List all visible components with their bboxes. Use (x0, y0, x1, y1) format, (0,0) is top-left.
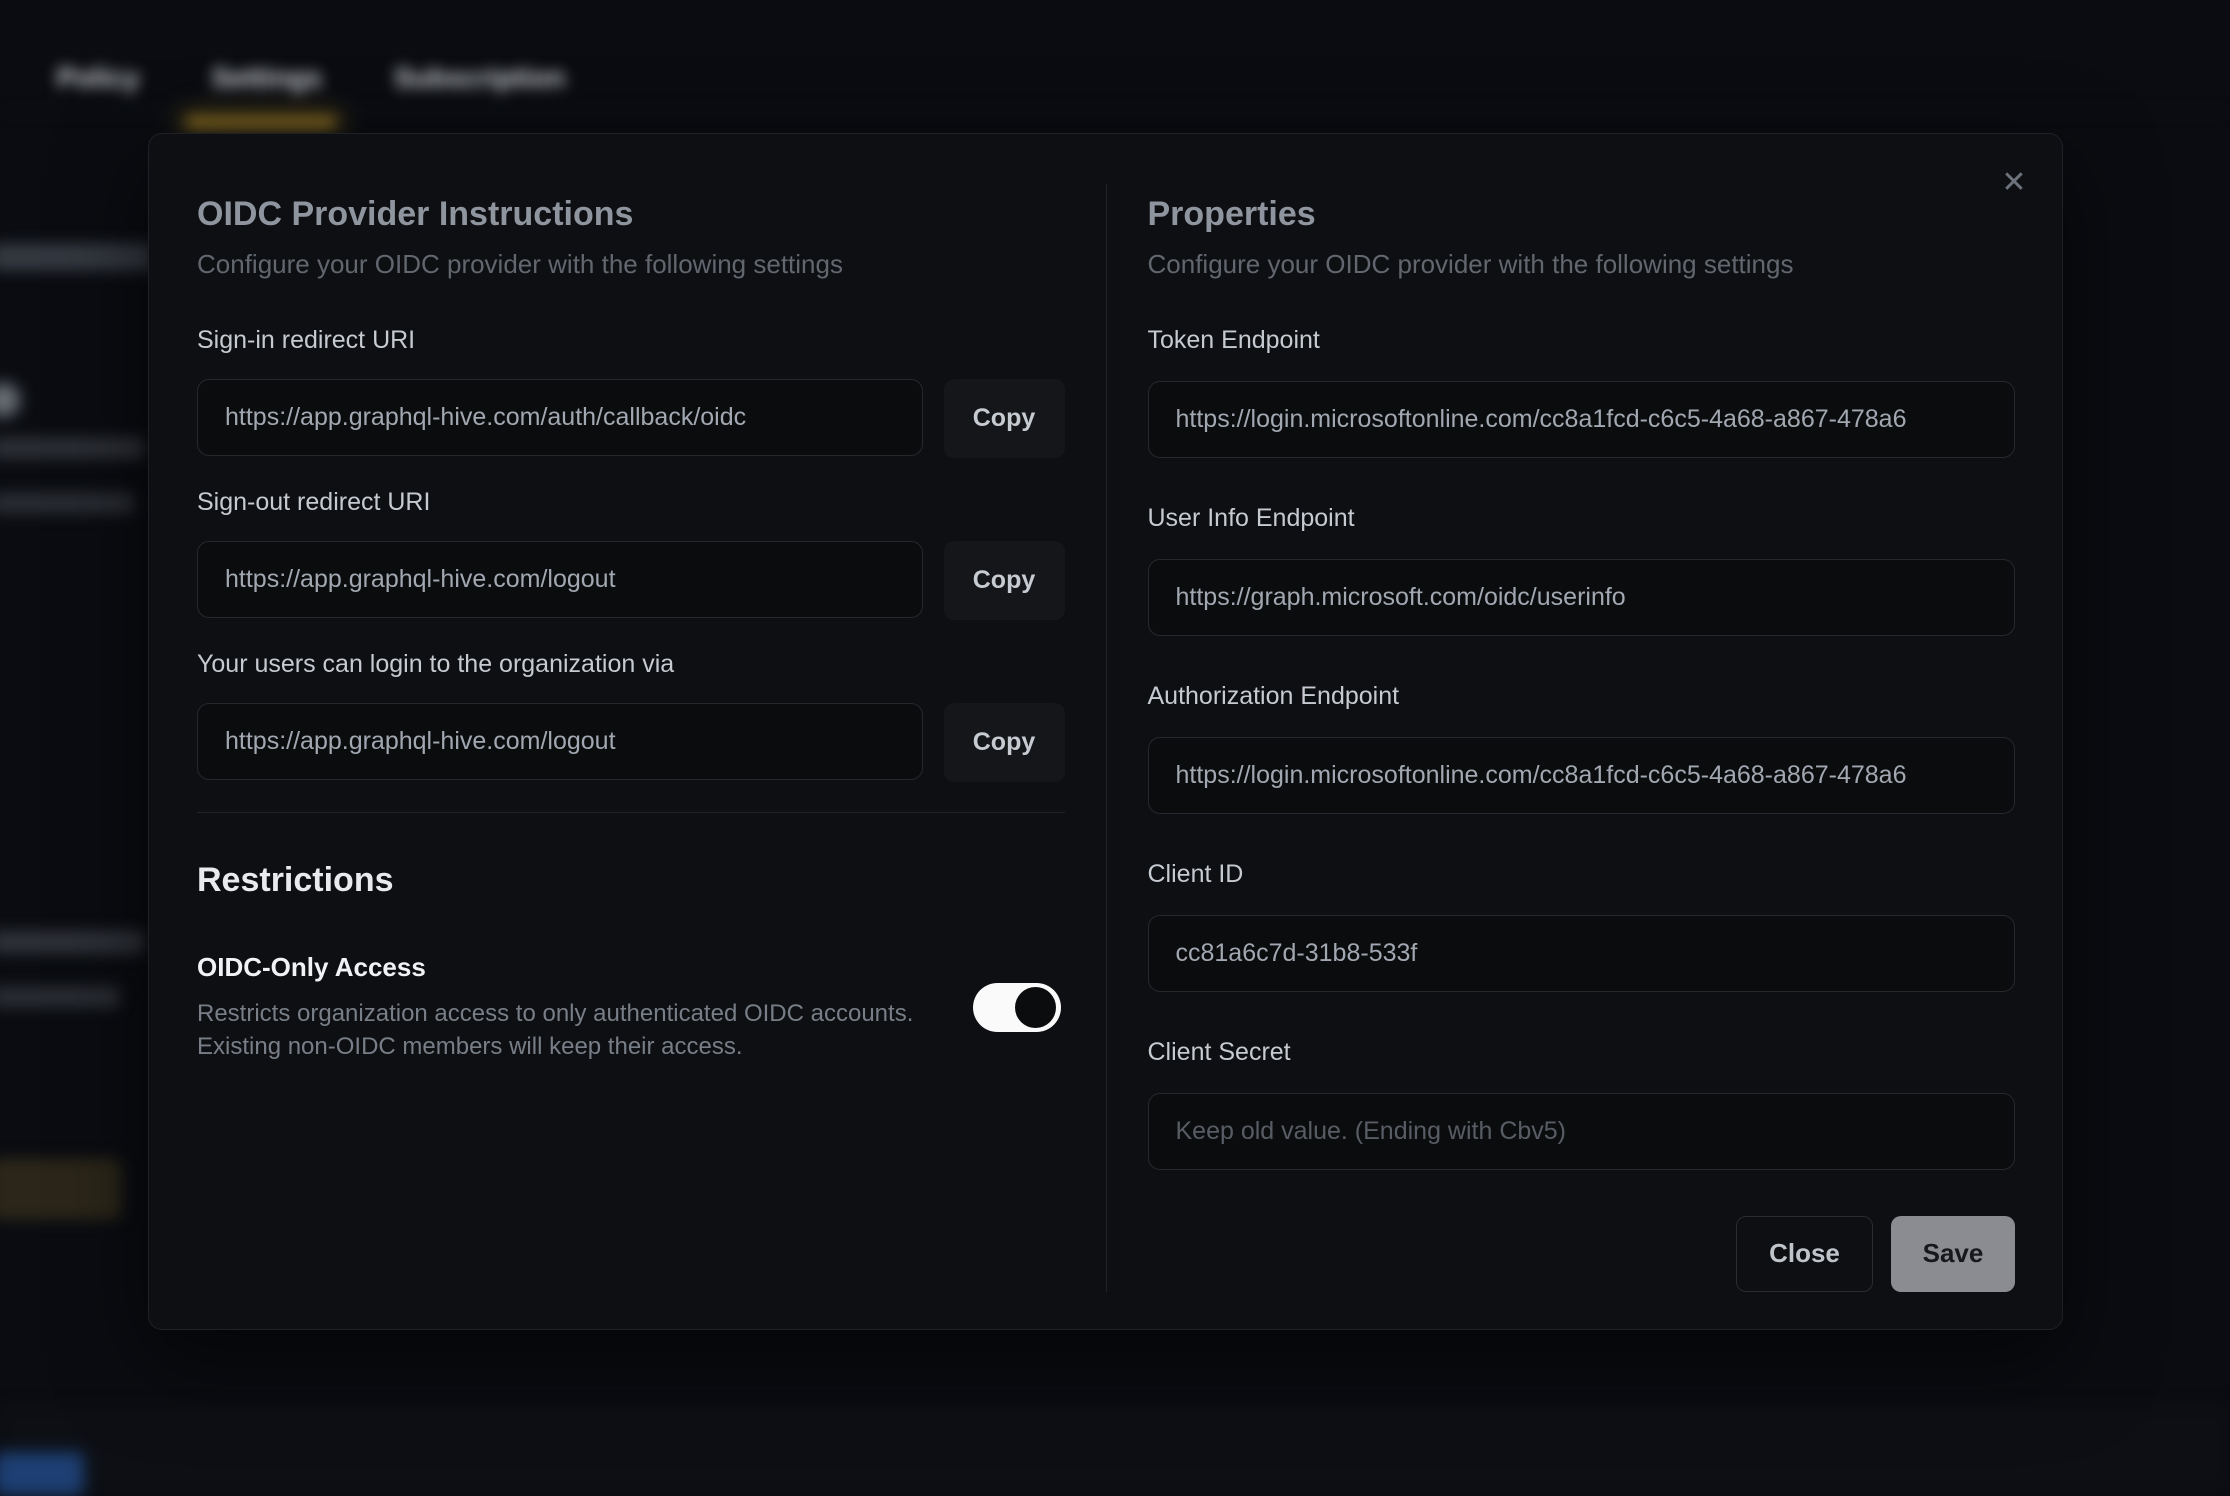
blurred-background-fragment (0, 930, 144, 954)
sign-in-redirect-uri-row: Copy (197, 379, 1065, 458)
close-icon[interactable]: ✕ (1990, 158, 2038, 206)
sign-out-redirect-uri-label: Sign-out redirect URI (197, 488, 1065, 517)
instructions-title: OIDC Provider Instructions (197, 194, 1065, 235)
oidc-settings-modal: ✕ OIDC Provider Instructions Configure y… (148, 133, 2063, 1330)
organization-login-uri-label: Your users can login to the organization… (197, 650, 1065, 679)
token-endpoint-input[interactable] (1148, 381, 2016, 458)
oidc-only-access-text: OIDC-Only Access Restricts organization … (197, 952, 973, 1063)
token-endpoint-group: Token Endpoint (1148, 326, 2016, 458)
oidc-only-access-label: OIDC-Only Access (197, 952, 973, 983)
properties-subtitle: Configure your OIDC provider with the fo… (1148, 249, 2016, 280)
oidc-only-access-description: Restricts organization access to only au… (197, 997, 973, 1063)
oidc-instructions-column: OIDC Provider Instructions Configure you… (197, 184, 1065, 1292)
tab-policy[interactable]: Policy (57, 62, 139, 94)
blurred-background-fragment (0, 243, 152, 271)
restrictions-divider (197, 812, 1065, 813)
sign-out-redirect-uri-input[interactable] (197, 541, 923, 618)
blurred-background-fragment (0, 383, 20, 417)
authorization-endpoint-label: Authorization Endpoint (1148, 682, 2016, 711)
save-button[interactable]: Save (1891, 1216, 2015, 1292)
user-info-endpoint-group: User Info Endpoint (1148, 504, 2016, 636)
restrictions-title: Restrictions (197, 861, 1065, 900)
tabs: Policy Settings Subscription (57, 62, 565, 94)
blurred-background-fragment (0, 986, 120, 1008)
active-tab-underline (186, 118, 336, 126)
authorization-endpoint-input[interactable] (1148, 737, 2016, 814)
modal-footer: Close Save (1148, 1216, 2016, 1292)
oidc-only-access-row: OIDC-Only Access Restricts organization … (197, 952, 1065, 1063)
sign-in-redirect-uri-input[interactable] (197, 379, 923, 456)
blurred-background-fragment (0, 437, 144, 459)
instructions-subtitle: Configure your OIDC provider with the fo… (197, 249, 1065, 280)
user-info-endpoint-label: User Info Endpoint (1148, 504, 2016, 533)
column-divider (1106, 184, 1107, 1292)
properties-column: Properties Configure your OIDC provider … (1148, 184, 2016, 1292)
token-endpoint-label: Token Endpoint (1148, 326, 2016, 355)
tab-settings[interactable]: Settings (211, 62, 321, 94)
blurred-blue-fragment (0, 1452, 84, 1496)
properties-title: Properties (1148, 194, 2016, 235)
copy-sign-out-uri-button[interactable]: Copy (944, 541, 1065, 620)
toggle-knob (1015, 987, 1056, 1028)
client-secret-input[interactable] (1148, 1093, 2016, 1170)
client-secret-label: Client Secret (1148, 1038, 2016, 1067)
user-info-endpoint-input[interactable] (1148, 559, 2016, 636)
blurred-bottom-band (0, 1406, 2230, 1492)
organization-login-uri-input[interactable] (197, 703, 923, 780)
blurred-background-fragment (0, 492, 134, 514)
copy-organization-login-uri-button[interactable]: Copy (944, 703, 1065, 782)
tab-bar (0, 0, 2230, 112)
oidc-only-access-toggle[interactable] (973, 983, 1061, 1032)
sign-in-redirect-uri-label: Sign-in redirect URI (197, 326, 1065, 355)
client-id-label: Client ID (1148, 860, 2016, 889)
blurred-background-button (0, 1158, 122, 1220)
tab-subscription[interactable]: Subscription (394, 62, 565, 94)
client-id-group: Client ID (1148, 860, 2016, 992)
close-button[interactable]: Close (1736, 1216, 1873, 1292)
copy-sign-in-uri-button[interactable]: Copy (944, 379, 1065, 458)
client-id-input[interactable] (1148, 915, 2016, 992)
sign-out-redirect-uri-row: Copy (197, 541, 1065, 620)
client-secret-group: Client Secret (1148, 1038, 2016, 1170)
authorization-endpoint-group: Authorization Endpoint (1148, 682, 2016, 814)
organization-login-uri-row: Copy (197, 703, 1065, 782)
